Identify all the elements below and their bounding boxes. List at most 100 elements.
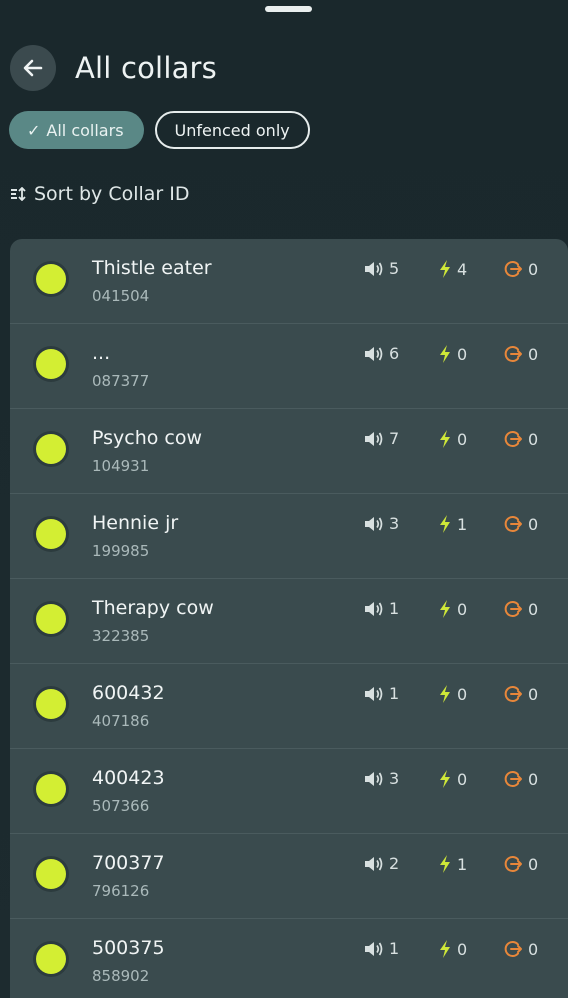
shock-count: 0	[438, 344, 467, 364]
collars-screen: All collars ✓ All collars Unfenced only …	[0, 0, 568, 998]
sound-count-value: 1	[389, 599, 400, 618]
shock-count: 0	[438, 939, 467, 959]
collar-row[interactable]: Hennie jr 199985 3 1 0	[10, 494, 568, 579]
check-icon: ✓	[27, 120, 41, 140]
collar-name: ...	[92, 342, 111, 364]
shock-count: 0	[438, 684, 467, 704]
speaker-icon	[365, 941, 383, 956]
lightning-icon	[440, 770, 450, 788]
fence-count-value: 0	[528, 599, 539, 619]
collar-row[interactable]: Therapy cow 322385 1 0 0	[10, 579, 568, 664]
fence-count-value: 0	[528, 939, 539, 959]
header: All collars	[10, 45, 217, 91]
lightning-icon	[440, 685, 450, 703]
shock-count: 0	[438, 599, 467, 619]
collar-name: 600432	[92, 682, 165, 704]
filter-chip-unfenced[interactable]: Unfenced only	[154, 111, 310, 149]
sound-count: 3	[364, 769, 399, 788]
collar-row[interactable]: 600432 407186 1 0 0	[10, 664, 568, 749]
collar-name: 500375	[92, 937, 165, 959]
collar-name: 400423	[92, 767, 165, 789]
collar-id: 858902	[92, 967, 150, 985]
speaker-icon	[365, 516, 383, 531]
status-dot	[36, 859, 66, 889]
filter-chips: ✓ All collars Unfenced only	[9, 111, 310, 149]
collar-row[interactable]: 700377 796126 2 1 0	[10, 834, 568, 919]
back-button[interactable]	[10, 45, 56, 91]
shock-count-value: 0	[457, 344, 468, 364]
fence-count: 0	[503, 599, 538, 619]
collar-row[interactable]: 400423 507366 3 0 0	[10, 749, 568, 834]
collar-row[interactable]: 500375 858902 1 0 0	[10, 919, 568, 998]
collar-id: 199985	[92, 542, 150, 560]
shock-count-value: 1	[457, 854, 468, 874]
fence-count: 0	[503, 769, 538, 789]
speaker-icon	[365, 686, 383, 701]
speaker-icon	[365, 261, 383, 276]
collar-id: 087377	[92, 372, 150, 390]
shock-count: 0	[438, 769, 467, 789]
fence-count: 0	[503, 344, 538, 364]
shock-count-value: 0	[457, 429, 468, 449]
collar-name: Therapy cow	[92, 597, 214, 619]
status-dot	[36, 944, 66, 974]
shock-count: 1	[438, 854, 467, 874]
exit-icon	[504, 346, 522, 362]
drag-handle[interactable]	[265, 6, 312, 12]
sound-count-value: 3	[389, 514, 400, 533]
shock-count-value: 0	[457, 939, 468, 959]
filter-chip-unfenced-label: Unfenced only	[174, 120, 290, 140]
lightning-icon	[440, 515, 450, 533]
status-dot	[36, 774, 66, 804]
shock-count: 1	[438, 514, 467, 534]
sound-count: 6	[364, 344, 399, 363]
sound-count-value: 6	[389, 344, 400, 363]
exit-icon	[504, 771, 522, 787]
fence-count: 0	[503, 939, 538, 959]
status-dot	[36, 519, 66, 549]
exit-icon	[504, 856, 522, 872]
status-dot	[36, 264, 66, 294]
lightning-icon	[440, 855, 450, 873]
collar-list[interactable]: Thistle eater 041504 5 4 0 ... 087377 6 …	[10, 239, 568, 998]
collar-row[interactable]: ... 087377 6 0 0	[10, 324, 568, 409]
sound-count: 1	[364, 684, 399, 703]
sort-button[interactable]: Sort by Collar ID	[10, 183, 190, 205]
status-dot	[36, 689, 66, 719]
collar-row[interactable]: Thistle eater 041504 5 4 0	[10, 239, 568, 324]
exit-icon	[504, 261, 522, 277]
exit-icon	[504, 941, 522, 957]
status-dot	[36, 604, 66, 634]
collar-row[interactable]: Psycho cow 104931 7 0 0	[10, 409, 568, 494]
speaker-icon	[365, 771, 383, 786]
shock-count-value: 0	[457, 599, 468, 619]
shock-count: 4	[438, 259, 467, 279]
sort-icon	[11, 187, 26, 201]
sound-count-value: 5	[389, 259, 400, 278]
exit-icon	[504, 516, 522, 532]
collar-name: Thistle eater	[92, 257, 212, 279]
status-dot	[36, 434, 66, 464]
speaker-icon	[365, 346, 383, 361]
fence-count-value: 0	[528, 344, 539, 364]
sound-count-value: 1	[389, 684, 400, 703]
sound-count: 5	[364, 259, 399, 278]
sort-label: Sort by Collar ID	[34, 183, 190, 205]
shock-count-value: 4	[457, 259, 468, 279]
collar-name: Hennie jr	[92, 512, 179, 534]
fence-count: 0	[503, 684, 538, 704]
collar-id: 041504	[92, 287, 150, 305]
fence-count-value: 0	[528, 684, 539, 704]
collar-id: 407186	[92, 712, 150, 730]
fence-count: 0	[503, 429, 538, 449]
fence-count-value: 0	[528, 854, 539, 874]
filter-chip-all[interactable]: ✓ All collars	[9, 111, 144, 149]
lightning-icon	[440, 600, 450, 618]
exit-icon	[504, 601, 522, 617]
sound-count-value: 7	[389, 429, 400, 448]
fence-count-value: 0	[528, 514, 539, 534]
shock-count-value: 0	[457, 769, 468, 789]
collar-id: 796126	[92, 882, 150, 900]
exit-icon	[504, 686, 522, 702]
filter-chip-all-label: All collars	[46, 120, 124, 140]
